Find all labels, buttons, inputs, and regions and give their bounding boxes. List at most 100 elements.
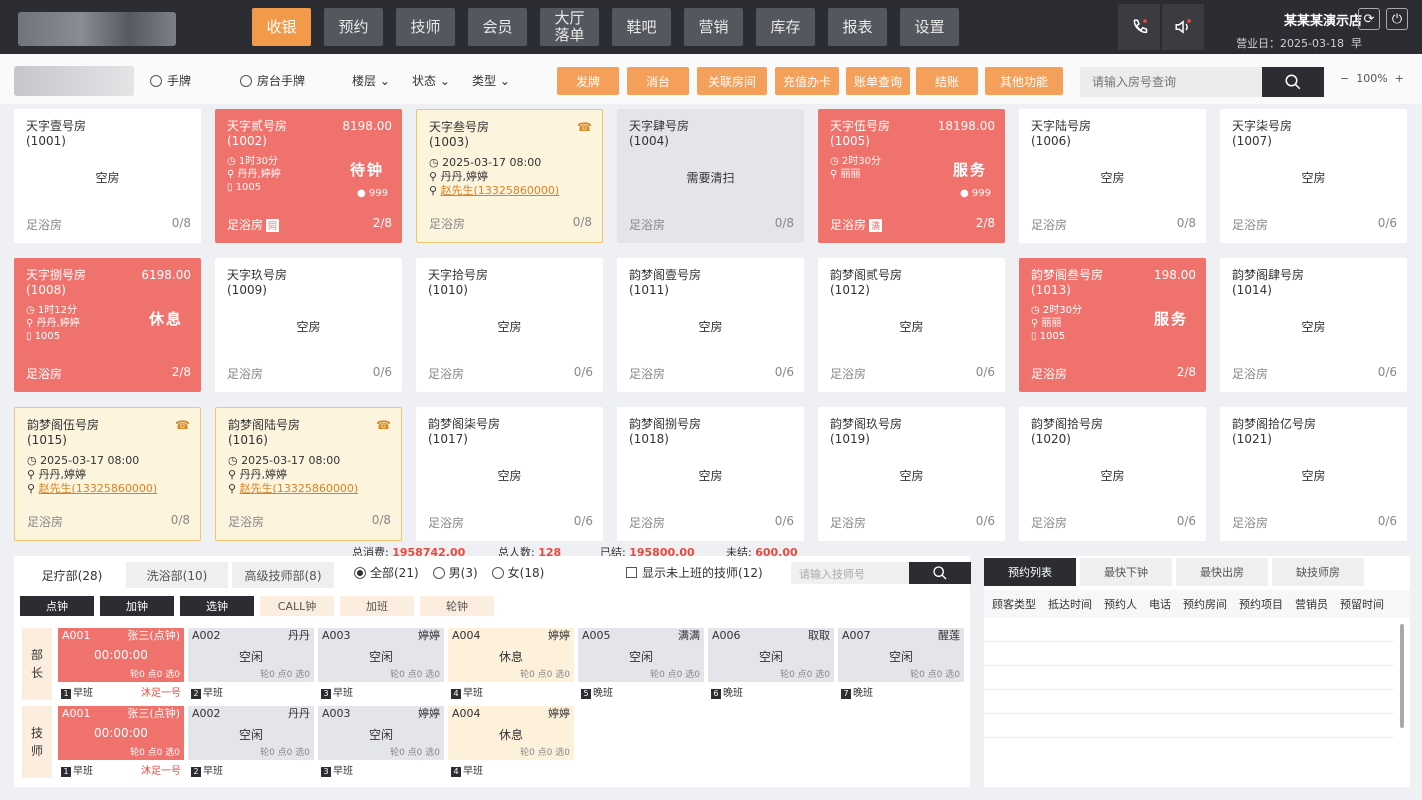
reservation-tab-1[interactable]: 最快下钟 [1080, 558, 1172, 586]
tech-tab-2[interactable]: 高级技师部(8) [232, 562, 334, 588]
room-card[interactable]: 天字捌号房 (1008) 6198.00 ◷ 1时12分 ⚲ 丹丹,婷婷 ▯ 1005 休息… [14, 258, 201, 392]
room-card[interactable]: 天字贰号房 (1002) 8198.00 ◷ 1时30分 ⚲ 丹丹,婷婷 ▯ 1005 待钟… [215, 109, 402, 243]
room-card[interactable]: 韵梦阁陆号房 (1016) ☎ ◷ 2025-03-17 08:00 ⚲ 丹丹,婷婷 ⚲ … [215, 407, 402, 541]
tech-card[interactable]: A001 张三(点钟) 00:00:00 轮0 点0 选0 1 早班 沐足一号 [58, 706, 184, 778]
tech-card[interactable]: A004 婷婷 休息 轮0 点0 选0 4 早班 [448, 706, 574, 778]
reservation-contact[interactable]: ⚲ 赵先生(13325860000) [228, 482, 389, 496]
room-card[interactable]: 韵梦阁贰号房 (1012) 空房 足浴房 0/6 [818, 258, 1005, 392]
reservation-tab-2[interactable]: 最快出房 [1176, 558, 1268, 586]
room-card[interactable]: 天字肆号房 (1004) 需要清扫 足浴房 0/8 [617, 109, 804, 243]
tech-search-input[interactable]: 请输入技师号 [791, 562, 909, 584]
toolbar-button-5[interactable]: 结账 [916, 67, 978, 95]
floor-dropdown[interactable]: 楼层 ⌄ [352, 72, 390, 89]
nav-button-2[interactable]: 技师 [396, 8, 455, 46]
room-card[interactable]: 韵梦阁捌号房 (1018) 空房 足浴房 0/6 [617, 407, 804, 541]
room-card[interactable]: 韵梦阁拾亿号房 (1021) 空房 足浴房 0/6 [1220, 407, 1407, 541]
room-card[interactable]: 韵梦阁伍号房 (1015) ☎ ◷ 2025-03-17 08:00 ⚲ 丹丹,婷婷 ⚲ … [14, 407, 201, 541]
speaker-icon[interactable] [1162, 4, 1204, 50]
nav-button-6[interactable]: 营销 [684, 8, 743, 46]
room-card[interactable]: 韵梦阁柒号房 (1017) 空房 足浴房 0/6 [416, 407, 603, 541]
room-search-input[interactable] [1080, 67, 1262, 97]
room-card[interactable]: 天字玖号房 (1009) 空房 足浴房 0/6 [215, 258, 402, 392]
gender-filter-1[interactable]: 男(3) [432, 564, 478, 581]
action-button-3[interactable]: CALL钟 [260, 596, 334, 616]
reservation-contact-link[interactable]: 赵先生(13325860000) [441, 184, 560, 197]
action-button-1[interactable]: 加钟 [100, 596, 174, 616]
nav-button-8[interactable]: 报表 [828, 8, 887, 46]
nav-button-0[interactable]: 收银 [252, 8, 311, 46]
nav-button-3[interactable]: 会员 [468, 8, 527, 46]
reservation-scrollbar[interactable] [1400, 624, 1404, 728]
room-amount: 8198.00 [342, 119, 392, 133]
room-card[interactable]: 韵梦阁拾号房 (1020) 空房 足浴房 0/6 [1019, 407, 1206, 541]
room-code: (1005) [830, 134, 870, 148]
room-card[interactable]: 天字陆号房 (1006) 空房 足浴房 0/8 [1019, 109, 1206, 243]
show-off-duty-checkbox[interactable]: 显示未上班的技师(12) [626, 564, 763, 581]
power-icon[interactable]: ⏻ [1386, 8, 1408, 30]
nav-button-1[interactable]: 预约 [324, 8, 383, 46]
room-code: (1008) [26, 283, 66, 297]
toolbar-button-4[interactable]: 账单查询 [846, 67, 910, 95]
nav-button-4[interactable]: 大厅 落单 [540, 8, 599, 46]
room-card[interactable]: 天字伍号房 (1005) 18198.00 ◷ 2时30分 ⚲ 丽丽 服务 ● 999 足浴房… [818, 109, 1005, 243]
toolbar-button-2[interactable]: 关联房间 [697, 67, 767, 95]
action-button-4[interactable]: 加班 [340, 596, 414, 616]
nav-button-5[interactable]: 鞋吧 [612, 8, 671, 46]
search-button[interactable] [1262, 67, 1324, 97]
tech-card[interactable]: A001 张三(点钟) 00:00:00 轮0 点0 选0 1 早班 沐足一号 [58, 628, 184, 700]
zoom-in-button[interactable]: + [1395, 72, 1404, 85]
room-card[interactable]: 韵梦阁叁号房 (1013) 198.00 ◷ 2时30分 ⚲ 丽丽 ▯ 1005 服务 足浴房… [1019, 258, 1206, 392]
tech-card[interactable]: A002 丹丹 空闲 轮0 点0 选0 2 早班 [188, 628, 314, 700]
toolbar-button-1[interactable]: 消台 [627, 67, 689, 95]
toolbar-button-0[interactable]: 发牌 [557, 67, 619, 95]
clock-icon: ◷ [27, 454, 41, 467]
room-card[interactable]: 天字拾号房 (1010) 空房 足浴房 0/6 [416, 258, 603, 392]
tech-status: 空闲 [368, 650, 393, 664]
tech-card[interactable]: A003 婷婷 空闲 轮0 点0 选0 3 早班 [318, 628, 444, 700]
reservation-contact-link[interactable]: 赵先生(13325860000) [240, 482, 359, 495]
tech-tab-1[interactable]: 洗浴部(10) [126, 562, 228, 588]
action-button-5[interactable]: 轮钟 [420, 596, 494, 616]
room-name-text: 韵梦阁捌号房 [629, 417, 702, 431]
zoom-out-button[interactable]: − [1340, 72, 1349, 85]
radio-shoupai[interactable]: 手牌 [150, 72, 191, 89]
tech-card[interactable]: A004 婷婷 休息 轮0 点0 选0 4 早班 [448, 628, 574, 700]
action-button-2[interactable]: 选钟 [180, 596, 254, 616]
tech-tab-0[interactable]: 足疗部(28) [22, 562, 122, 588]
tech-card[interactable]: A006 取取 空闲 轮0 点0 选0 6 晚班 [708, 628, 834, 700]
nav-button-7[interactable]: 库存 [756, 8, 815, 46]
room-card[interactable]: 韵梦阁肆号房 (1014) 空房 足浴房 0/6 [1220, 258, 1407, 392]
tech-card[interactable]: A003 婷婷 空闲 轮0 点0 选0 3 早班 [318, 706, 444, 778]
toolbar-button-6[interactable]: 其他功能 [985, 67, 1063, 95]
reservation-tab-0[interactable]: 预约列表 [984, 558, 1076, 586]
gender-filter-0[interactable]: 全部(21) [354, 564, 419, 581]
action-button-0[interactable]: 点钟 [20, 596, 94, 616]
tech-search-button[interactable] [909, 562, 971, 584]
room-card[interactable]: 天字柒号房 (1007) 空房 足浴房 0/6 [1220, 109, 1407, 243]
tech-status: 空闲 [238, 728, 263, 742]
gender-filter-2[interactable]: 女(18) [491, 564, 544, 581]
room-card[interactable]: 韵梦阁壹号房 (1011) 空房 足浴房 0/6 [617, 258, 804, 392]
reservation-contact[interactable]: ⚲ 赵先生(13325860000) [429, 184, 590, 198]
room-card[interactable]: 韵梦阁玖号房 (1019) 空房 足浴房 0/6 [818, 407, 1005, 541]
toolbar-button-3[interactable]: 充值办卡 [775, 67, 839, 95]
reservation-contact-link[interactable]: 赵先生(13325860000) [39, 482, 158, 495]
tech-row-manager: A001 张三(点钟) 00:00:00 轮0 点0 选0 1 早班 沐足一号 A002 丹丹空… [58, 628, 964, 700]
tech-card[interactable]: A007 醒莲 空闲 轮0 点0 选0 7 晚班 [838, 628, 964, 700]
reservation-contact[interactable]: ⚲ 赵先生(13325860000) [27, 482, 188, 496]
refresh-icon[interactable]: ⟳ [1358, 8, 1380, 30]
type-dropdown[interactable]: 类型 ⌄ [472, 72, 510, 89]
reservation-tab-3[interactable]: 缺技师房 [1272, 558, 1364, 586]
room-card[interactable]: 天字壹号房 (1001) 空房 足浴房 0/8 [14, 109, 201, 243]
tech-card[interactable]: A002 丹丹 空闲 轮0 点0 选0 2 早班 [188, 706, 314, 778]
tech-status: 空闲 [888, 650, 913, 664]
room-name-text: 韵梦阁伍号房 [27, 418, 100, 432]
phone-icon[interactable] [1118, 4, 1160, 50]
room-card[interactable]: 天字叁号房 (1003) ☎ ◷ 2025-03-17 08:00 ⚲ 丹丹,婷婷 ⚲ 赵… [416, 109, 603, 243]
tech-card[interactable]: A005 满满 空闲 轮0 点0 选0 5 晚班 [578, 628, 704, 700]
tech-body: 空闲 轮0 点0 选0 [708, 644, 834, 682]
status-dropdown[interactable]: 状态 ⌄ [412, 72, 450, 89]
nav-button-9[interactable]: 设置 [900, 8, 959, 46]
tech-shift: 4 早班 [451, 762, 483, 777]
radio-fangtai[interactable]: 房台手牌 [240, 72, 305, 89]
